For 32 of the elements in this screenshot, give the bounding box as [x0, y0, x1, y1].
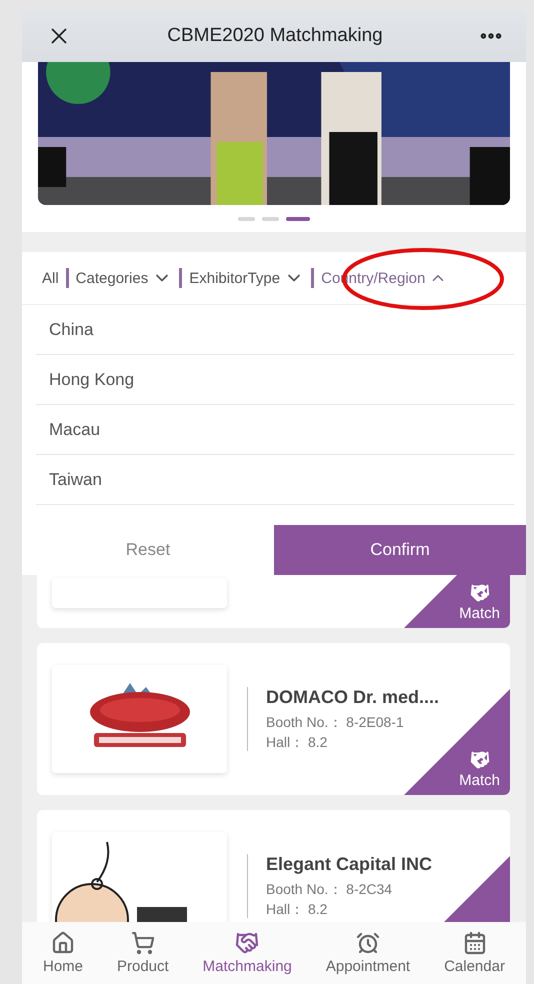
dropdown-option[interactable]: Macau	[36, 405, 514, 455]
nav-tab[interactable]: Appointment	[326, 931, 410, 975]
window-title: CBME2020 Matchmaking	[166, 25, 384, 47]
filter-tab[interactable]: Categories	[76, 268, 172, 288]
filter-tab[interactable]: ExhibitorType	[189, 268, 304, 288]
nav-tab[interactable]: Calendar	[444, 931, 505, 975]
handshake-icon	[470, 583, 490, 603]
exhibitor-card[interactable]: Match	[37, 575, 510, 628]
nav-tab[interactable]: Home	[42, 931, 83, 975]
cart-icon	[130, 931, 155, 955]
dropdown-option[interactable]: China	[36, 305, 514, 355]
alarm-clock-icon	[356, 931, 380, 955]
hall-number: Hall： 8.2	[266, 732, 328, 752]
confirm-button[interactable]: Confirm	[274, 525, 526, 575]
exhibitor-card[interactable]: Elegant Capital INC Booth No.： 8-2C34 Hall： 8.2	[37, 810, 510, 922]
exhibitor-name: Elegant Capital INC	[266, 854, 432, 874]
exhibitor-name: DOMACO Dr. med....	[266, 686, 440, 708]
dropdown-option[interactable]: Hong Kong	[36, 355, 514, 405]
handshake-icon	[470, 750, 490, 770]
booth-number: Booth No.： 8-2E08-1	[266, 712, 405, 732]
calendar-icon	[462, 931, 487, 955]
match-button[interactable]: Match	[459, 583, 500, 622]
booth-number: Booth No.： 8-2C34	[266, 880, 394, 898]
filter-tab[interactable]: All	[42, 270, 59, 286]
dropdown-option[interactable]: Taiwan	[36, 455, 514, 505]
nav-tab[interactable]: Matchmaking	[202, 931, 292, 975]
exhibitor-card[interactable]: DOMACO Dr. med.... Booth No.： 8-2E08-1 Hall： 8.2 Match	[37, 643, 510, 795]
home-icon	[50, 931, 75, 955]
handshake-icon	[235, 931, 260, 955]
hall-number: Hall： 8.2	[266, 900, 328, 918]
nav-tab[interactable]: Product	[116, 931, 169, 975]
match-button[interactable]: Match	[459, 750, 500, 789]
